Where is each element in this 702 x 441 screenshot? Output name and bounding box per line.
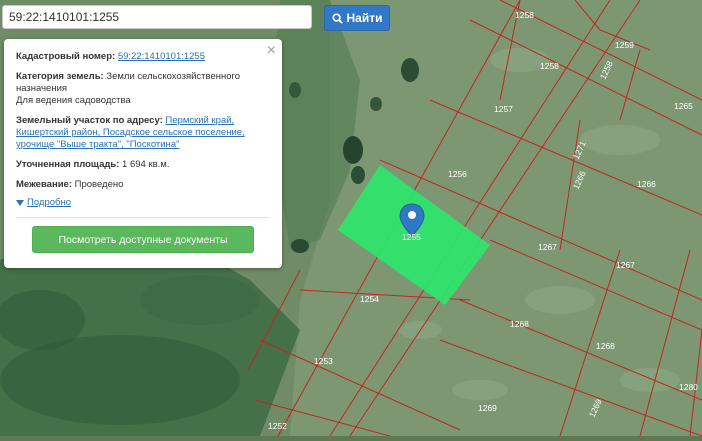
search-button-label: Найти xyxy=(346,11,383,25)
survey-row: Межевание: Проведено xyxy=(16,179,270,191)
plot-label-1269: 1269 xyxy=(478,403,497,413)
parcel-info-popup: × Кадастровый номер: 59:22:1410101:1255 … xyxy=(4,39,282,268)
plot-label-1265: 1265 xyxy=(674,101,693,111)
plot-label-1257: 1257 xyxy=(494,104,513,114)
plot-label-1280: 1280 xyxy=(679,382,698,392)
plot-label-1258: 1258 xyxy=(515,10,534,20)
plot-label-1256: 1256 xyxy=(448,169,467,179)
cadastral-label: Кадастровый номер: xyxy=(16,51,116,62)
view-documents-button[interactable]: Посмотреть доступные документы xyxy=(32,226,254,253)
area-value: 1 694 кв.м. xyxy=(122,159,170,170)
plot-label-1253: 1253 xyxy=(314,356,333,366)
plot-label-1258-b: 1258 xyxy=(540,61,559,71)
cadastral-row: Кадастровый номер: 59:22:1410101:1255 xyxy=(16,51,270,63)
plot-label-1259: 1259 xyxy=(615,40,634,50)
area-label: Уточненная площадь: xyxy=(16,159,120,170)
cadastral-number-link[interactable]: 59:22:1410101:1255 xyxy=(118,51,205,62)
popup-divider xyxy=(16,217,270,218)
address-row: Земельный участок по адресу: Пермский кр… xyxy=(16,115,270,151)
plot-label-1267: 1267 xyxy=(538,242,557,252)
plot-label-1266-b: 1266 xyxy=(637,179,656,189)
survey-label: Межевание: xyxy=(16,179,72,190)
details-label[interactable]: Подробно xyxy=(27,197,71,209)
plot-label-1252: 1252 xyxy=(268,421,287,431)
close-icon[interactable]: × xyxy=(267,43,276,59)
category-label: Категория земель: xyxy=(16,71,104,82)
survey-value: Проведено xyxy=(74,179,124,190)
search-input[interactable] xyxy=(2,5,312,29)
usage-value: Для ведения садоводства xyxy=(16,95,131,106)
caret-down-icon xyxy=(16,200,24,206)
details-toggle[interactable]: Подробно xyxy=(16,197,270,209)
search-icon xyxy=(331,12,343,24)
plot-label-1268: 1268 xyxy=(510,319,529,329)
address-label: Земельный участок по адресу: xyxy=(16,115,163,126)
plot-label-1267-b: 1267 xyxy=(616,260,635,270)
category-row: Категория земель: Земли сельскохозяйстве… xyxy=(16,71,270,107)
area-row: Уточненная площадь: 1 694 кв.м. xyxy=(16,159,270,171)
location-marker-icon[interactable]: 1255 xyxy=(399,203,425,242)
search-button[interactable]: Найти xyxy=(324,5,390,31)
marker-label: 1255 xyxy=(402,232,421,242)
plot-label-1268-b: 1268 xyxy=(596,341,615,351)
plot-label-1254: 1254 xyxy=(360,294,379,304)
